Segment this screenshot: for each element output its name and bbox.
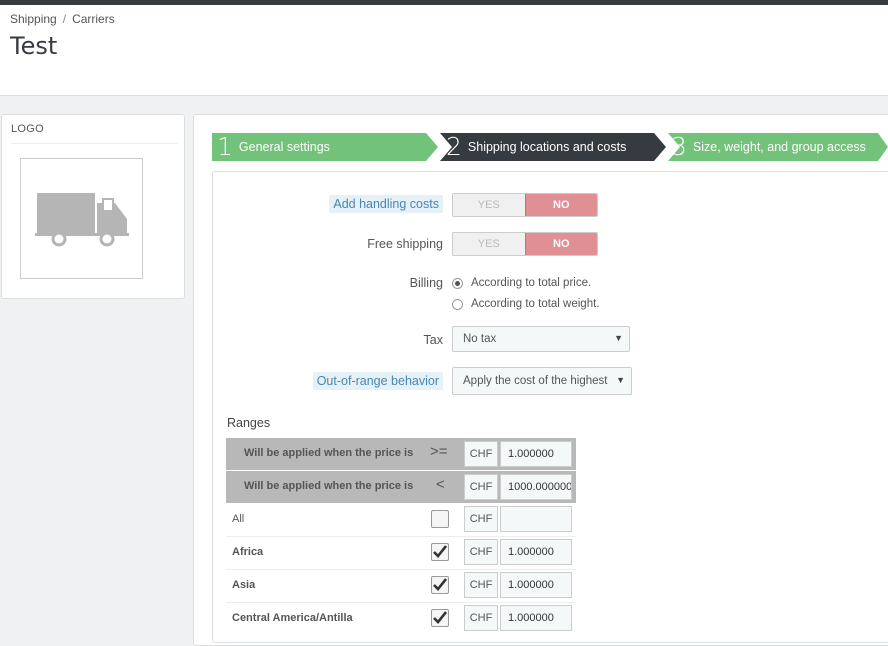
radio-unchecked-icon[interactable] <box>452 298 463 310</box>
zone-name: Asia <box>232 579 256 591</box>
zone-name: All <box>232 513 245 525</box>
breadcrumb-shipping[interactable]: Shipping <box>10 12 57 26</box>
carrier-logo <box>20 158 143 279</box>
billing-option-price[interactable]: According to total price. <box>452 277 591 289</box>
zone-central-america-input[interactable]: 1.000000 <box>500 605 572 631</box>
free-shipping-yes[interactable]: YES <box>453 233 525 255</box>
zone-row-africa: Africa CHF 1.000000 <box>226 537 576 570</box>
range-lower-row: Will be applied when the price is >= CHF… <box>226 438 576 470</box>
tax-select[interactable]: No tax ▼ <box>452 326 630 352</box>
range-lower-text: Will be applied when the price is <box>244 447 414 459</box>
currency-label: CHF <box>464 572 498 598</box>
wizard-step-general-settings[interactable]: 1 General settings <box>212 133 438 161</box>
handling-costs-yes[interactable]: YES <box>453 194 525 216</box>
zone-asia-input[interactable]: 1.000000 <box>500 572 572 598</box>
step-label: General settings <box>238 140 330 154</box>
wizard-steps: 1 General settings 2 Shipping locations … <box>212 133 888 161</box>
out-of-range-select-value: Apply the cost of the highest <box>463 375 608 387</box>
range-upper-text: Will be applied when the price is <box>244 480 414 492</box>
free-shipping-label: Free shipping <box>367 237 443 251</box>
step-label: Size, weight, and group access <box>692 140 866 154</box>
zone-row-central-america: Central America/Antilla CHF 1.000000 <box>226 603 576 635</box>
currency-label: CHF <box>464 605 498 631</box>
zone-asia-checkbox[interactable] <box>431 576 449 594</box>
zone-name: Africa <box>232 546 264 558</box>
breadcrumb: Shipping / Carriers <box>10 12 115 26</box>
currency-label: CHF <box>464 474 498 500</box>
handling-costs-label: Add handling costs <box>329 195 443 213</box>
free-shipping-switch: YES NO <box>452 232 598 256</box>
range-upper-row: Will be applied when the price is < CHF … <box>226 471 576 503</box>
page-title: Test <box>10 32 58 60</box>
zone-row-asia: Asia CHF 1.000000 <box>226 570 576 603</box>
billing-option-weight-label: According to total weight. <box>471 298 600 310</box>
zone-central-america-checkbox[interactable] <box>431 609 449 627</box>
billing-label: Billing <box>409 276 443 290</box>
tax-select-value: No tax <box>463 333 497 345</box>
truck-icon <box>35 193 129 247</box>
out-of-range-select[interactable]: Apply the cost of the highest ▼ <box>452 367 632 395</box>
chevron-down-icon: ▼ <box>614 333 623 343</box>
ranges-title: Ranges <box>227 416 271 430</box>
range-upper-input[interactable]: 1000.000000 <box>500 474 572 500</box>
handling-costs-switch: YES NO <box>452 193 598 217</box>
checkmark-icon <box>433 578 447 591</box>
logo-divider <box>11 143 178 144</box>
breadcrumb-carriers[interactable]: Carriers <box>72 12 115 26</box>
zone-africa-input[interactable]: 1.000000 <box>500 539 572 565</box>
zone-all-checkbox[interactable] <box>431 510 449 528</box>
zone-all-input[interactable] <box>500 506 572 532</box>
billing-option-price-label: According to total price. <box>471 277 592 289</box>
billing-option-weight[interactable]: According to total weight. <box>452 298 600 310</box>
page-header: Shipping / Carriers Test <box>0 5 888 96</box>
logo-panel: LOGO <box>1 114 185 299</box>
range-lower-input[interactable]: 1.000000 <box>500 441 572 467</box>
range-upper-operator: < <box>436 476 445 493</box>
handling-costs-no[interactable]: NO <box>524 194 597 216</box>
zone-name: Central America/Antilla <box>232 612 353 624</box>
step-number: 1 <box>217 132 233 161</box>
step-number: 2 <box>446 132 462 161</box>
zone-row-all: All CHF <box>226 504 576 537</box>
step-label: Shipping locations and costs <box>467 140 627 154</box>
logo-heading: LOGO <box>11 123 44 135</box>
radio-checked-icon[interactable] <box>452 277 463 289</box>
currency-label: CHF <box>464 441 498 467</box>
checkmark-icon <box>433 611 447 624</box>
currency-label: CHF <box>464 539 498 565</box>
breadcrumb-separator: / <box>62 12 67 26</box>
zone-africa-checkbox[interactable] <box>431 543 449 561</box>
out-of-range-label: Out-of-range behavior <box>312 372 443 390</box>
wizard-step-shipping-locations[interactable]: 2 Shipping locations and costs <box>440 133 666 161</box>
checkmark-icon <box>433 545 447 558</box>
chevron-down-icon: ▼ <box>616 375 625 385</box>
free-shipping-no[interactable]: NO <box>524 233 597 255</box>
tax-label: Tax <box>423 333 443 347</box>
range-lower-operator: >= <box>430 443 448 460</box>
step-number: 3 <box>671 132 687 161</box>
wizard-step-size-weight-group[interactable]: 3 Size, weight, and group access <box>668 133 888 161</box>
currency-label: CHF <box>464 506 498 532</box>
